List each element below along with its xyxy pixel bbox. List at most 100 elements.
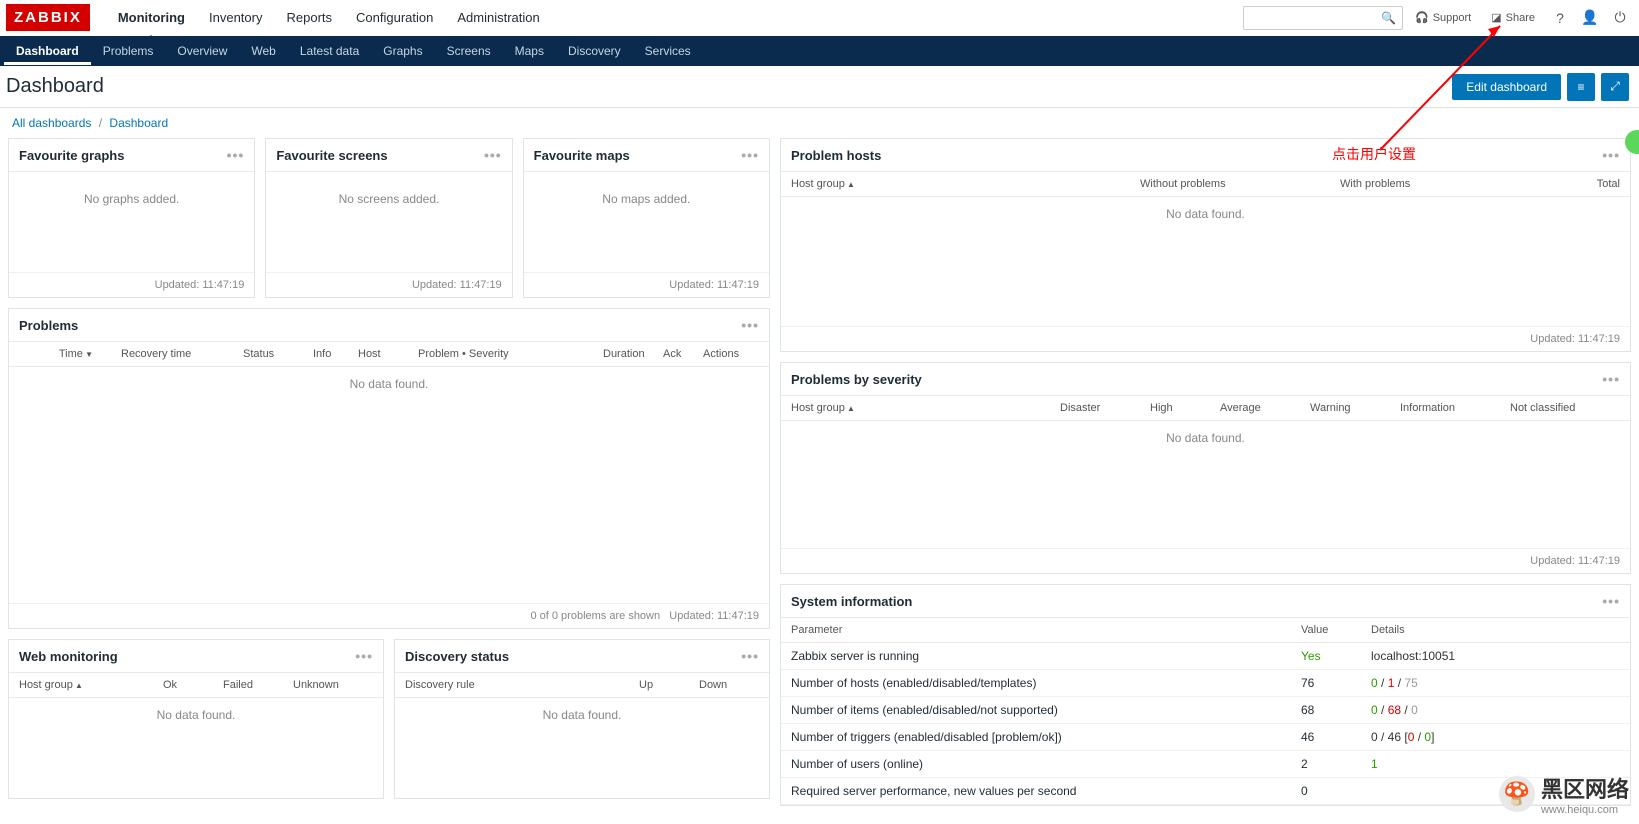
col-hostgroup[interactable]: Host group [791,178,1140,190]
widget-menu-icon[interactable]: ••• [227,147,245,163]
power-icon[interactable]: ⏻ [1607,5,1633,31]
subnav-maps[interactable]: Maps [503,37,556,65]
col-hostgroup[interactable]: Host group [791,402,1060,414]
col-ok[interactable]: Ok [163,679,223,691]
widget-updated: Updated: 11:47:19 [524,272,769,297]
search-icon: 🔍 [1381,11,1396,25]
subnav-latestdata[interactable]: Latest data [288,37,371,65]
col-actions[interactable]: Actions [673,348,733,360]
list-button[interactable]: ≡ [1567,73,1595,101]
widget-updated: Updated: 11:47:19 [781,548,1630,573]
sysinfo-param: Number of triggers (enabled/disabled [pr… [791,730,1301,744]
sysinfo-param: Required server performance, new values … [791,784,1301,798]
widget-title: Favourite screens [276,148,387,163]
subnav-problems[interactable]: Problems [91,37,166,65]
fullscreen-button[interactable]: ⤢ [1601,73,1629,101]
widget-problem-hosts: Problem hosts••• Host group Without prob… [780,138,1631,352]
col-rule[interactable]: Discovery rule [405,679,639,691]
sysinfo-details: 1 [1371,757,1620,771]
col-information[interactable]: Information [1400,402,1510,414]
support-link[interactable]: 🎧Support [1407,7,1479,28]
sysinfo-details: 0 / 68 / 0 [1371,703,1620,717]
col-failed[interactable]: Failed [223,679,293,691]
widget-title: Web monitoring [19,649,118,664]
subnav-discovery[interactable]: Discovery [556,37,633,65]
col-status[interactable]: Status [193,348,273,360]
breadcrumb-current[interactable]: Dashboard [109,116,168,130]
col-up[interactable]: Up [639,679,699,691]
col-problem[interactable]: Problem • Severity [393,348,533,360]
widget-menu-icon[interactable]: ••• [355,648,373,664]
nav-reports[interactable]: Reports [274,0,344,35]
topbar-right: 🔍 🎧Support ◪Share ? 👤 ⏻ [1243,5,1633,31]
col-high[interactable]: High [1150,402,1220,414]
problems-count: 0 of 0 problems are shown [530,610,660,622]
nav-inventory[interactable]: Inventory [197,0,274,35]
widget-menu-icon[interactable]: ••• [741,147,759,163]
widget-menu-icon[interactable]: ••• [484,147,502,163]
widget-updated: Updated: 11:47:19 [781,326,1630,351]
col-host[interactable]: Host [333,348,393,360]
widget-updated: Updated: 11:47:19 [9,272,254,297]
col-without[interactable]: Without problems [1140,178,1340,190]
sysinfo-row: Number of triggers (enabled/disabled [pr… [781,724,1630,751]
nodata-text: No data found. [9,367,769,401]
col-value[interactable]: Value [1301,624,1371,636]
widget-menu-icon[interactable]: ••• [1602,371,1620,387]
col-average[interactable]: Average [1220,402,1310,414]
col-parameter[interactable]: Parameter [791,624,1301,636]
topbar: ZABBIX Monitoring Inventory Reports Conf… [0,0,1639,36]
list-icon: ≡ [1577,80,1584,94]
sysinfo-details: 0 / 46 [0 / 0] [1371,730,1620,744]
subnav-web[interactable]: Web [239,37,287,65]
widget-updated: Updated: 11:47:19 [669,610,759,622]
subnav-graphs[interactable]: Graphs [371,37,434,65]
breadcrumb-all[interactable]: All dashboards [12,116,91,130]
help-icon[interactable]: ? [1547,5,1573,31]
col-down[interactable]: Down [699,679,759,691]
col-total[interactable]: Total [1540,178,1620,190]
widget-title: System information [791,594,912,609]
breadcrumb: All dashboards / Dashboard [0,108,1639,138]
widget-menu-icon[interactable]: ••• [1602,593,1620,609]
sysinfo-param: Number of users (online) [791,757,1301,771]
col-details[interactable]: Details [1371,624,1620,636]
col-unknown[interactable]: Unknown [293,679,373,691]
search-input[interactable]: 🔍 [1243,6,1403,30]
sysinfo-details: 0 / 1 / 75 [1371,676,1620,690]
sysinfo-param: Zabbix server is running [791,649,1301,663]
col-ack[interactable]: Ack [623,348,673,360]
widget-menu-icon[interactable]: ••• [1602,147,1620,163]
sub-nav: Dashboard Problems Overview Web Latest d… [0,36,1639,66]
logo[interactable]: ZABBIX [6,4,90,31]
col-hostgroup[interactable]: Host group [19,679,163,691]
subnav-services[interactable]: Services [633,37,703,65]
subnav-overview[interactable]: Overview [165,37,239,65]
widget-title: Favourite graphs [19,148,124,163]
dashboard-grid: Favourite graphs••• No graphs added. Upd… [0,138,1639,806]
col-warning[interactable]: Warning [1310,402,1400,414]
col-disaster[interactable]: Disaster [1060,402,1150,414]
nav-administration[interactable]: Administration [445,0,551,35]
widget-fav-graphs: Favourite graphs••• No graphs added. Upd… [8,138,255,298]
sysinfo-value: Yes [1301,649,1371,663]
sysinfo-row: Number of items (enabled/disabled/not su… [781,697,1630,724]
nav-configuration[interactable]: Configuration [344,0,445,35]
col-notclassified[interactable]: Not classified [1510,402,1620,414]
user-icon[interactable]: 👤 [1577,5,1603,31]
edit-dashboard-button[interactable]: Edit dashboard [1452,74,1561,100]
col-duration[interactable]: Duration [533,348,623,360]
nav-monitoring[interactable]: Monitoring [106,0,197,35]
sysinfo-value: 0 [1301,784,1371,798]
widget-menu-icon[interactable]: ••• [741,648,759,664]
share-link[interactable]: ◪Share [1483,7,1543,28]
breadcrumb-sep: / [99,116,102,130]
col-time[interactable]: Time [13,348,93,360]
widget-title: Discovery status [405,649,509,664]
subnav-dashboard[interactable]: Dashboard [4,37,91,65]
subnav-screens[interactable]: Screens [435,37,503,65]
col-info[interactable]: Info [273,348,333,360]
widget-menu-icon[interactable]: ••• [741,317,759,333]
col-with[interactable]: With problems [1340,178,1540,190]
col-recovery[interactable]: Recovery time [93,348,193,360]
